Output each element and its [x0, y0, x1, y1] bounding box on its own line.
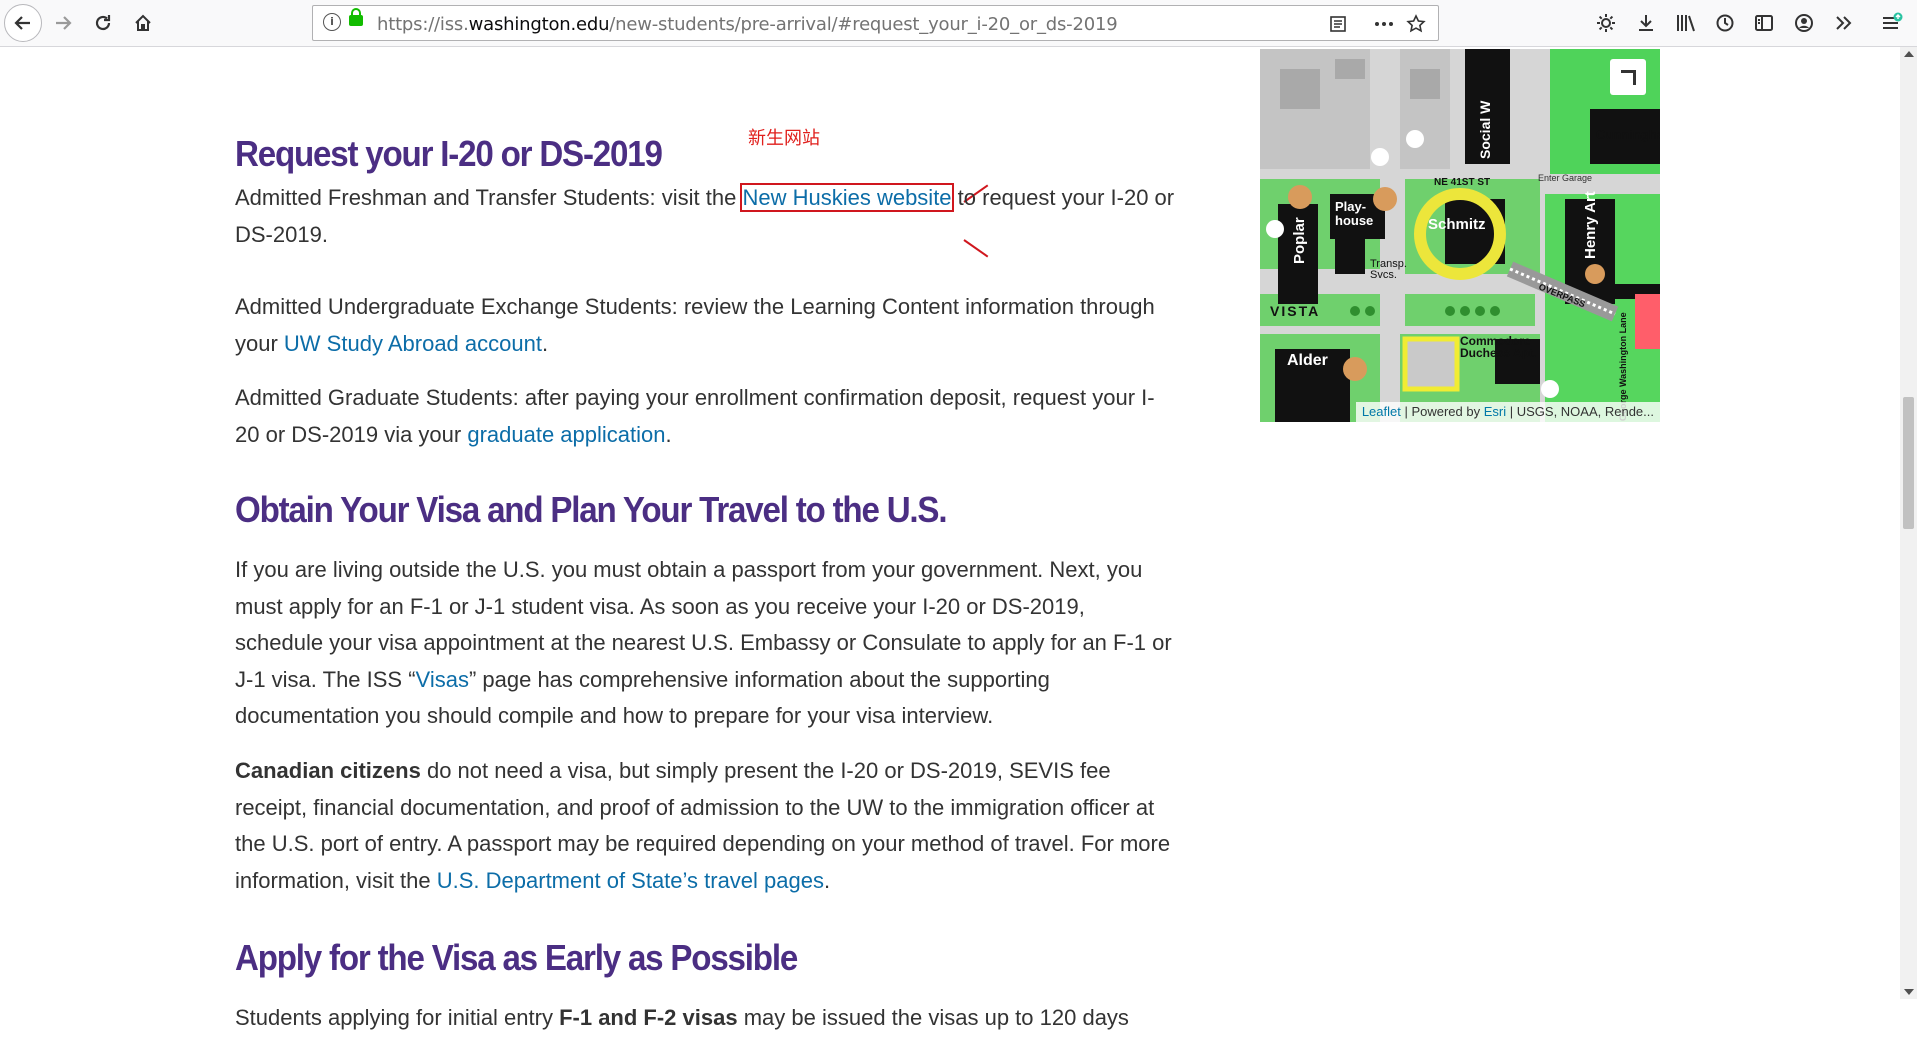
map-label-house: house [1335, 213, 1373, 228]
map-fullscreen-button[interactable] [1610, 59, 1646, 95]
back-button[interactable] [4, 4, 42, 42]
url-host: washington.edu [468, 14, 610, 35]
menu-button[interactable] [1876, 8, 1908, 38]
scroll-thumb[interactable] [1903, 397, 1914, 529]
map-label-cunningham: Cunningha [1596, 127, 1660, 142]
study-abroad-link[interactable]: UW Study Abroad account [284, 331, 542, 356]
home-icon [135, 14, 151, 31]
double-chevron-icon [1836, 16, 1852, 30]
browser-toolbar: i https://iss.washington.edu/new-student… [0, 0, 1917, 47]
scroll-down-arrow-icon[interactable] [1904, 989, 1914, 995]
reload-icon [95, 15, 111, 31]
paragraph-freshman: Admitted Freshman and Transfer Students:… [235, 180, 1175, 253]
heading-request-i20: Request your I-20 or DS-2019 [235, 133, 663, 174]
map-label-vista: VISTA [1270, 303, 1320, 319]
library-button[interactable] [1670, 8, 1702, 38]
sidebar-button[interactable] [1748, 8, 1780, 38]
extension-button[interactable] [1590, 8, 1622, 38]
map-label-svcs: Svcs. [1370, 269, 1397, 281]
history-button[interactable] [1709, 8, 1741, 38]
bold-f1-f2: F-1 and F-2 visas [559, 1005, 738, 1030]
paragraph-text: . [665, 421, 672, 447]
hamburger-menu-icon [1883, 12, 1903, 29]
paragraph-text: . [823, 867, 831, 893]
sidebar-icon [1755, 15, 1773, 31]
attribution-text: | Powered by [1400, 404, 1484, 419]
heading-obtain-visa: Obtain Your Visa and Plan Your Travel to… [235, 489, 948, 530]
paragraph-text: Admitted Graduate Students: after paying… [235, 385, 1155, 447]
map-label-social: Social W [1477, 100, 1493, 159]
bold-canadian-citizens: Canadian citizens [235, 758, 421, 783]
map-label-schmitz: Schmitz [1428, 216, 1486, 233]
account-button[interactable] [1788, 8, 1820, 38]
bookmark-star-button[interactable] [1403, 11, 1429, 37]
paragraph-passport-visa: If you are living outside the U.S. you m… [235, 552, 1175, 735]
map-label-ne41: NE 41ST ST [1434, 177, 1490, 188]
attribution-text: | USGS, NOAA, Rende... [1506, 404, 1654, 419]
map-label-duchess: Duchess Apt. [1460, 346, 1536, 360]
map-attribution: Leaflet | Powered by Esri | USGS, NOAA, … [1355, 402, 1660, 422]
download-icon [1639, 15, 1653, 31]
heading-apply-early: Apply for the Visa as Early as Possible [235, 937, 798, 978]
graduate-application-link[interactable]: graduate application [467, 422, 665, 447]
lock-icon[interactable] [349, 8, 363, 26]
paragraph-text: . [541, 330, 549, 356]
paragraph-exchange: Admitted Undergraduate Exchange Students… [235, 289, 1175, 362]
paragraph-text: Admitted Freshman and Transfer Students:… [235, 185, 743, 210]
site-info-icon[interactable]: i [323, 13, 341, 31]
home-button[interactable] [126, 6, 160, 40]
annotation-new-student-site: 新生网站 [748, 128, 820, 149]
page-scrollbar[interactable] [1900, 47, 1917, 999]
map-label-garage: Enter Garage [1538, 173, 1592, 183]
paragraph-text: may be issued the visas up to 120 days [737, 1005, 1129, 1030]
downloads-button[interactable] [1630, 8, 1662, 38]
reader-view-icon [1330, 16, 1346, 32]
more-dots-icon [1375, 22, 1393, 26]
back-arrow-icon [14, 16, 30, 30]
paragraph-f1-visas: Students applying for initial entry F-1 … [235, 1000, 1175, 1037]
star-icon [1406, 14, 1426, 33]
reload-button[interactable] [86, 6, 120, 40]
campus-map[interactable]: Social W Cunningha NE 41ST ST Enter Gara… [1260, 49, 1660, 422]
overflow-button[interactable] [1827, 8, 1859, 38]
new-huskies-link[interactable]: New Huskies website [740, 183, 954, 212]
map-tiles: Social W Cunningha NE 41ST ST Enter Gara… [1260, 49, 1660, 422]
url-path: /new-students/pre-arrival/#request_your_… [609, 14, 1118, 35]
visas-link[interactable]: Visas [416, 667, 469, 692]
scroll-up-arrow-icon[interactable] [1904, 51, 1914, 57]
forward-arrow-icon [56, 16, 72, 30]
library-icon [1677, 15, 1695, 32]
esri-link[interactable]: Esri [1484, 404, 1506, 419]
paragraph-canadian: Canadian citizens do not need a visa, bu… [235, 753, 1175, 899]
forward-button[interactable] [46, 6, 80, 40]
paragraph-text: Students applying for initial entry [235, 1005, 560, 1030]
paragraph-graduate: Admitted Graduate Students: after paying… [235, 380, 1175, 453]
map-label-poplar: Poplar [1291, 217, 1308, 264]
url-text[interactable]: https://iss.washington.edu/new-students/… [377, 14, 1118, 35]
sun-gear-icon [1597, 14, 1615, 32]
map-label-play: Play- [1335, 199, 1366, 214]
map-label-alder: Alder [1287, 352, 1328, 369]
url-prefix: https://iss. [377, 14, 469, 35]
clock-icon [1716, 14, 1734, 32]
account-icon [1795, 14, 1813, 32]
leaflet-link[interactable]: Leaflet [1362, 404, 1401, 419]
reader-view-button[interactable] [1325, 11, 1351, 37]
address-bar[interactable]: i https://iss.washington.edu/new-student… [312, 5, 1439, 41]
map-label-henry: Henry Art [1582, 191, 1599, 259]
state-department-link[interactable]: U.S. Department of State’s travel pages [437, 868, 824, 893]
page-actions-button[interactable] [1371, 11, 1397, 37]
